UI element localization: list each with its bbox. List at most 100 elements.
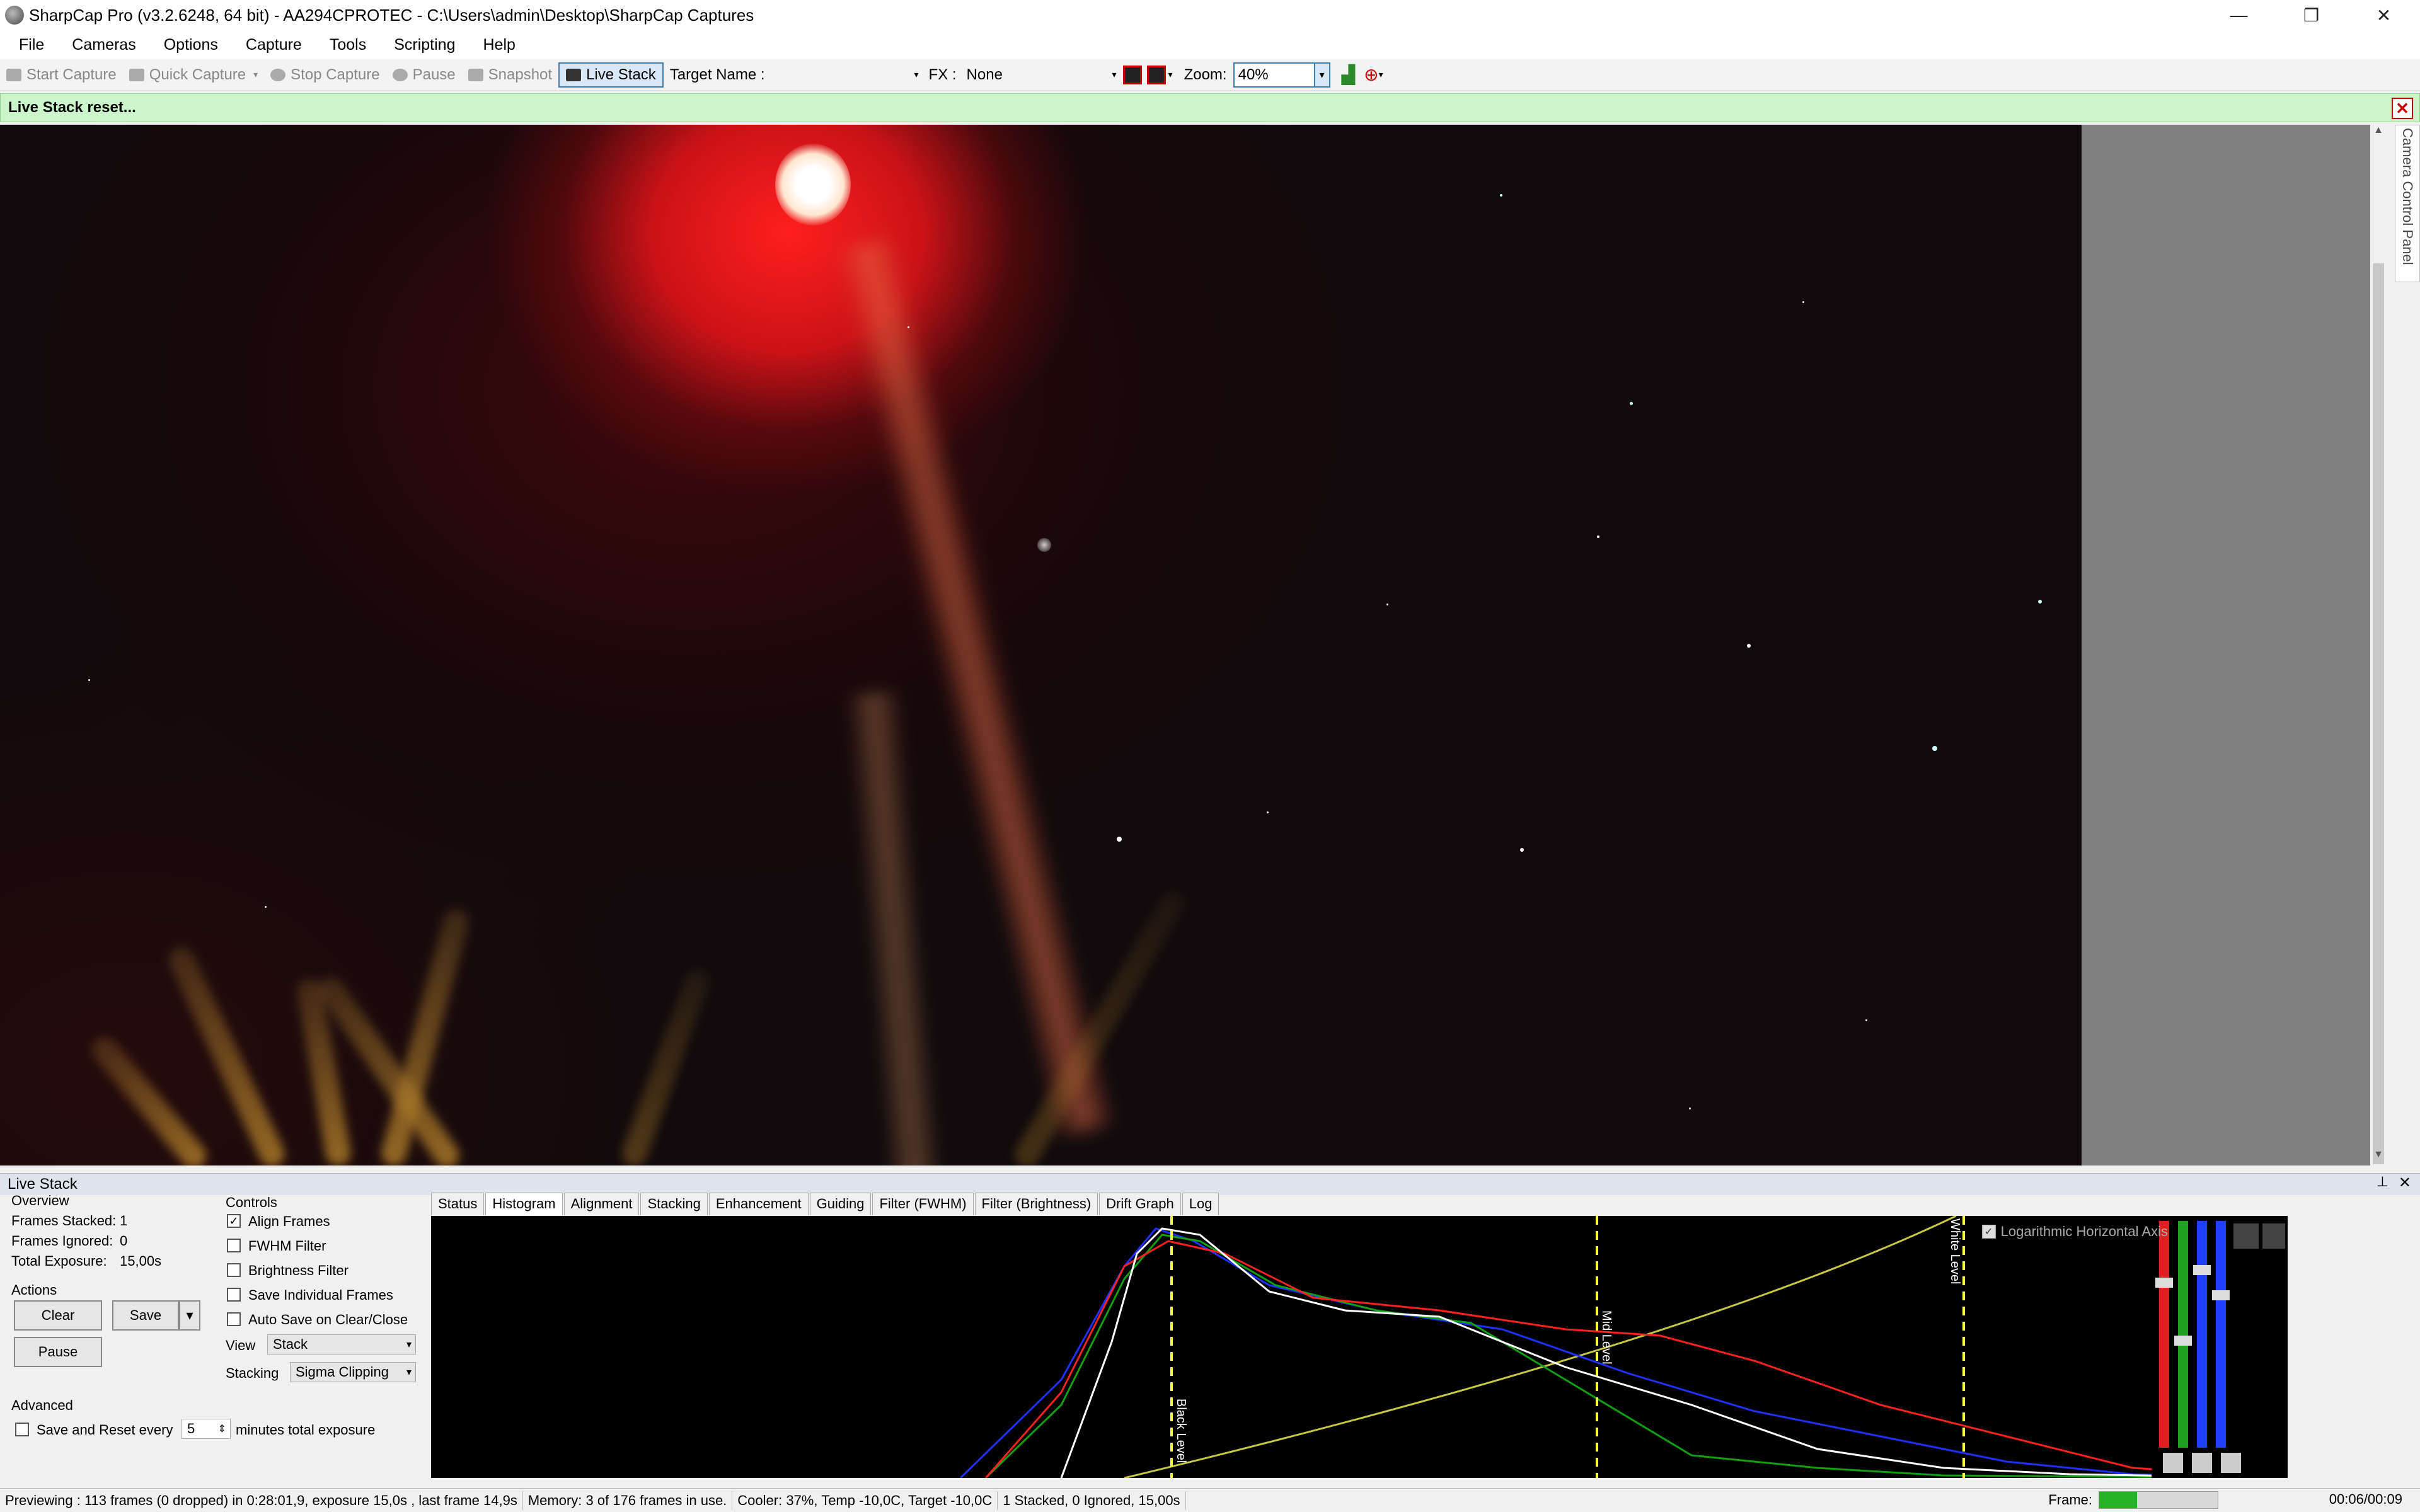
save-reset-checkbox[interactable] [15, 1423, 29, 1436]
tab-log[interactable]: Log [1182, 1193, 1219, 1215]
align-frames-checkbox[interactable]: ✓ [227, 1214, 241, 1228]
fx-label: FX : [928, 66, 957, 83]
reset-icon[interactable] [2221, 1453, 2241, 1473]
tab-guiding[interactable]: Guiding [809, 1193, 872, 1215]
save-button[interactable]: Save [112, 1300, 179, 1331]
notification-text: Live Stack reset... [8, 99, 136, 116]
brightness-filter-label: Brightness Filter [248, 1263, 349, 1278]
scrollbar-thumb[interactable] [2373, 263, 2384, 1164]
view-select[interactable]: Stack ▾ [267, 1334, 416, 1354]
quick-capture-button[interactable]: Quick Capture ▾ [123, 62, 264, 88]
menu-help[interactable]: Help [469, 36, 529, 54]
tab-stacking[interactable]: Stacking [640, 1193, 708, 1215]
tab-status[interactable]: Status [431, 1193, 485, 1215]
controls-label: Controls [226, 1194, 277, 1210]
stop-icon [270, 68, 286, 81]
notification-close-button[interactable]: ✕ [2392, 98, 2413, 119]
tab-drift-graph[interactable]: Drift Graph [1099, 1193, 1181, 1215]
histogram-icon[interactable]: ▟ [1342, 64, 1356, 85]
tab-enhancement[interactable]: Enhancement [708, 1193, 809, 1215]
saturation-slider[interactable] [2216, 1221, 2226, 1448]
slider-handle[interactable] [2174, 1336, 2192, 1346]
frame-progress-bar [2099, 1491, 2218, 1509]
auto-save-checkbox[interactable] [227, 1312, 241, 1326]
save-individual-checkbox[interactable] [227, 1288, 241, 1302]
viewer-scrollbar[interactable]: ▲ ▼ [2370, 125, 2387, 1166]
reticle-icon[interactable] [1122, 65, 1142, 84]
histogram-luminance-curve [1060, 1227, 2288, 1478]
scroll-up-icon[interactable]: ▲ [2370, 125, 2387, 141]
histogram-panel[interactable]: ✓ Logarithmic Horizontal Axis Black Level… [431, 1216, 2288, 1478]
menu-cameras[interactable]: Cameras [58, 36, 149, 54]
close-window-button[interactable]: ✕ [2348, 0, 2420, 30]
target-name-label: Target Name : [669, 66, 765, 83]
chevron-down-icon[interactable]: ▾ [1379, 69, 1383, 80]
star [1865, 1019, 1867, 1021]
zoom-input[interactable]: 40% [1233, 62, 1315, 88]
camera-control-panel-tab[interactable]: Camera Control Panel [2395, 125, 2420, 282]
chevron-down-icon[interactable]: ▾ [1168, 69, 1173, 80]
frames-stacked-value: 1 [120, 1213, 128, 1228]
pause-stack-button[interactable]: Pause [14, 1337, 102, 1367]
view-value: Stack [273, 1336, 308, 1352]
menu-options[interactable]: Options [150, 36, 232, 54]
align-frames-label: Align Frames [248, 1213, 330, 1229]
fx-combo[interactable]: None ▾ [963, 63, 1121, 87]
star [1597, 536, 1599, 538]
stacking-select[interactable]: Sigma Clipping ▾ [290, 1362, 416, 1382]
star-icon[interactable] [2192, 1453, 2212, 1473]
start-capture-label: Start Capture [26, 66, 117, 83]
scroll-down-icon[interactable]: ▼ [2370, 1149, 2387, 1166]
menu-capture[interactable]: Capture [232, 36, 316, 54]
tab-histogram[interactable]: Histogram [485, 1193, 563, 1215]
save-dropdown-button[interactable]: ▾ [179, 1300, 200, 1331]
pause-icon [392, 68, 408, 81]
status-bar: Previewing : 113 frames (0 dropped) in 0… [0, 1488, 2420, 1512]
green-slider[interactable] [2178, 1221, 2188, 1448]
slider-handle[interactable] [2193, 1265, 2211, 1275]
log-axis-option[interactable]: ✓ Logarithmic Horizontal Axis [1981, 1223, 2168, 1240]
red-slider[interactable] [2159, 1221, 2169, 1448]
magnifier-icon[interactable]: ⊕ [1364, 64, 1378, 85]
stop-capture-button[interactable]: Stop Capture [264, 62, 386, 88]
start-capture-button[interactable]: Start Capture [0, 62, 123, 88]
lightning-icon[interactable] [2233, 1223, 2259, 1249]
restore-button[interactable]: ❐ [2275, 0, 2348, 30]
pin-icon[interactable]: ⊥ [2377, 1174, 2388, 1190]
save-reset-stepper[interactable]: 5 ⇕ [182, 1419, 231, 1439]
tab-alignment[interactable]: Alignment [563, 1193, 640, 1215]
fwhm-filter-checkbox[interactable] [227, 1239, 241, 1252]
live-stack-tabs: Status Histogram Alignment Stacking Enha… [431, 1193, 1220, 1215]
pause-capture-button[interactable]: Pause [386, 62, 462, 88]
tab-filter-brightness[interactable]: Filter (Brightness) [974, 1193, 1098, 1215]
stop-capture-label: Stop Capture [291, 66, 380, 83]
app-icon [5, 6, 24, 25]
frame-progress: Frame: [2048, 1491, 2218, 1509]
blue-slider[interactable] [2197, 1221, 2207, 1448]
status-time: 00:06/00:09 [2329, 1491, 2402, 1507]
refresh-icon[interactable] [2262, 1223, 2285, 1249]
overlay-icon[interactable] [1146, 65, 1166, 84]
slider-handle[interactable] [2155, 1278, 2173, 1288]
star [1267, 811, 1269, 813]
auto-stretch-icon[interactable] [2163, 1453, 2183, 1473]
brightness-filter-checkbox[interactable] [227, 1263, 241, 1277]
clear-button[interactable]: Clear [14, 1300, 102, 1331]
snapshot-button[interactable]: Snapshot [462, 62, 558, 88]
close-icon[interactable]: ✕ [2399, 1174, 2411, 1192]
tab-filter-fwhm[interactable]: Filter (FWHM) [872, 1193, 974, 1215]
live-stack-button[interactable]: Live Stack [558, 62, 664, 88]
zoom-dropdown-button[interactable]: ▾ [1315, 62, 1330, 88]
image-viewer[interactable] [0, 125, 2082, 1166]
notification-bar: Live Stack reset... ✕ [0, 93, 2420, 122]
target-name-combo[interactable]: ▾ [771, 63, 923, 87]
menu-scripting[interactable]: Scripting [380, 36, 469, 54]
frames-stacked-label: Frames Stacked: [11, 1213, 117, 1228]
minimize-button[interactable]: — [2203, 0, 2275, 30]
frame-progress-fill [2099, 1492, 2138, 1508]
slider-handle[interactable] [2212, 1290, 2230, 1300]
log-axis-checkbox[interactable]: ✓ [1981, 1225, 1996, 1239]
menu-tools[interactable]: Tools [316, 36, 380, 54]
white-level-label: White Level [1948, 1218, 1962, 1285]
menu-file[interactable]: File [0, 36, 58, 54]
